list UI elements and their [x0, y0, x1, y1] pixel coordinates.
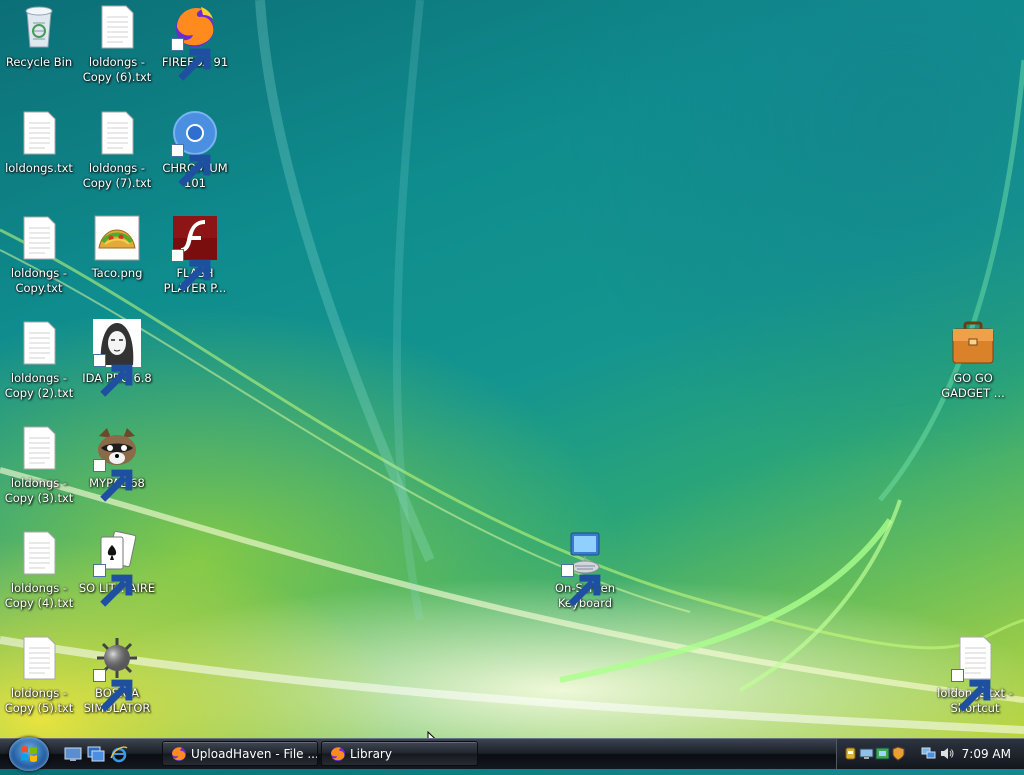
- desktop-icon-loldongs-copy-4[interactable]: loldongs - Copy (4).txt: [0, 529, 78, 611]
- volume-icon[interactable]: [940, 746, 955, 761]
- text-file-icon: [93, 3, 141, 51]
- internet-explorer-icon[interactable]: [110, 745, 128, 763]
- icon-label: loldongs - Copy (7).txt: [82, 161, 152, 190]
- desktop-icon-solitaire[interactable]: SO LIT!! AIRE: [78, 529, 156, 607]
- text-file-icon: [15, 529, 63, 577]
- briefcase-icon: [949, 319, 997, 367]
- text-file-icon: [951, 634, 999, 712]
- playing-cards-icon: [93, 529, 141, 607]
- firefox-icon: [330, 746, 346, 762]
- security-center-icon[interactable]: [891, 746, 906, 761]
- ida-pro-icon: [93, 319, 141, 397]
- icon-label: loldongs - Copy (5).txt: [4, 686, 74, 715]
- desktop-icon-taco[interactable]: Taco.png: [78, 214, 156, 281]
- icon-label: loldongs - Copy (6).txt: [82, 55, 152, 84]
- system-clock[interactable]: 7:09 AM: [962, 739, 1011, 769]
- windows-logo-icon: [21, 746, 37, 762]
- chromium-icon: [171, 109, 219, 187]
- text-file-icon: [93, 109, 141, 157]
- shortcut-arrow-icon: [171, 38, 211, 81]
- desktop-icon-loldongs-copy-7[interactable]: loldongs - Copy (7).txt: [78, 109, 156, 191]
- desktop-icon-firefox[interactable]: FIREFOX 91: [156, 3, 234, 81]
- notification-area: 7:09 AM: [836, 739, 1024, 769]
- taskbar-button-label: Library: [350, 747, 392, 761]
- switch-windows-icon[interactable]: [87, 745, 105, 763]
- icon-label: Taco.png: [91, 266, 143, 280]
- text-file-icon: [15, 109, 63, 157]
- shortcut-arrow-icon: [93, 669, 133, 712]
- desktop-icon-recycle-bin[interactable]: Recycle Bin: [0, 3, 78, 70]
- network-share-icon[interactable]: [859, 746, 874, 761]
- desktop-icon-chromium[interactable]: CHROMIUM 101: [156, 109, 234, 191]
- windows-defender-icon[interactable]: [875, 746, 890, 761]
- icon-label: loldongs - Copy.txt: [10, 266, 68, 295]
- shortcut-arrow-icon: [171, 144, 211, 187]
- text-file-icon: [15, 214, 63, 262]
- icon-label: loldongs.txt: [5, 161, 73, 175]
- shortcut-arrow-icon: [951, 669, 991, 712]
- recycle-bin-icon: [15, 3, 63, 51]
- desktop-icon-loldongs[interactable]: loldongs.txt: [0, 109, 78, 176]
- shortcut-arrow-icon: [171, 249, 211, 292]
- taco-image-icon: [93, 214, 141, 262]
- shortcut-arrow-icon: [561, 564, 601, 607]
- text-file-icon: [15, 319, 63, 367]
- desktop-icon-loldongs-copy-6[interactable]: loldongs - Copy (6).txt: [78, 3, 156, 85]
- mine-icon: [93, 634, 141, 712]
- raccoon-icon: [93, 424, 141, 502]
- desktop-icon-flash-player[interactable]: FLASH PLAYER P...: [156, 214, 234, 296]
- taskbar-button-label: UploadHaven - File ...: [191, 747, 318, 761]
- flash-player-icon: [171, 214, 219, 292]
- icon-label: loldongs - Copy (2).txt: [4, 371, 74, 400]
- desktop-icon-go-go-gadget[interactable]: GO GO GADGET ...: [934, 319, 1012, 401]
- desktop-icon-mypal[interactable]: MYPAL 68: [78, 424, 156, 502]
- desktop-icon-loldongs-shortcut[interactable]: loldongs.txt - Shortcut: [936, 634, 1014, 716]
- show-desktop-icon[interactable]: [64, 745, 82, 763]
- text-file-icon: [15, 424, 63, 472]
- network-icon[interactable]: [921, 746, 936, 761]
- taskbar-button-uploadhaven[interactable]: UploadHaven - File ...: [162, 741, 318, 766]
- shortcut-arrow-icon: [93, 459, 133, 502]
- icon-label: GO GO GADGET ...: [941, 371, 1005, 400]
- firefox-icon: [171, 3, 219, 81]
- shortcut-arrow-icon: [93, 354, 133, 397]
- icon-label: Recycle Bin: [5, 55, 73, 69]
- desktop-icon-loldongs-copy-2[interactable]: loldongs - Copy (2).txt: [0, 319, 78, 401]
- text-file-icon: [15, 634, 63, 682]
- taskbar: UploadHaven - File ... Library 7:09 AM: [0, 737, 1024, 771]
- taskbar-button-library[interactable]: Library: [321, 741, 478, 766]
- icon-label: loldongs - Copy (3).txt: [4, 476, 74, 505]
- icon-label: loldongs - Copy (4).txt: [4, 581, 74, 610]
- usb-icon[interactable]: [843, 746, 858, 761]
- start-button[interactable]: [9, 737, 49, 771]
- desktop-icon-loldongs-copy[interactable]: loldongs - Copy.txt: [0, 214, 78, 296]
- on-screen-keyboard-icon: [561, 529, 609, 607]
- desktop-icon-ida-pro[interactable]: IDA PRO 6.8: [78, 319, 156, 397]
- desktop-icon-on-screen-keyboard[interactable]: On-Screen Keyboard: [546, 529, 624, 611]
- desktop-icon-loldongs-copy-3[interactable]: loldongs - Copy (3).txt: [0, 424, 78, 506]
- desktop-icon-bosnia-simulator[interactable]: BOSNIA SIMULATOR: [78, 634, 156, 716]
- desktop-icon-loldongs-copy-5[interactable]: loldongs - Copy (5).txt: [0, 634, 78, 716]
- firefox-icon: [171, 746, 187, 762]
- shortcut-arrow-icon: [93, 564, 133, 607]
